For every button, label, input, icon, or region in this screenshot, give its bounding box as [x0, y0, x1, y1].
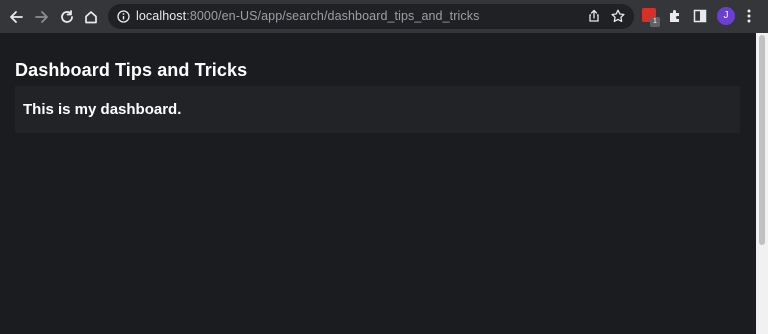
kebab-menu-icon[interactable]	[746, 8, 752, 29]
extension-badge: 1	[650, 17, 660, 27]
url-path: :8000/en-US/app/search/dashboard_tips_an…	[186, 9, 480, 23]
share-icon[interactable]	[587, 9, 601, 28]
dashboard-panel: This is my dashboard.	[15, 86, 740, 133]
browser-toolbar: localhost:8000/en-US/app/search/dashboar…	[0, 0, 768, 33]
puzzle-icon[interactable]	[668, 8, 683, 28]
side-panel-icon[interactable]	[693, 9, 707, 28]
url-text[interactable]: localhost:8000/en-US/app/search/dashboar…	[136, 9, 479, 24]
star-icon[interactable]	[611, 9, 625, 28]
forward-arrow-icon[interactable]	[30, 5, 54, 29]
address-bar[interactable]: localhost:8000/en-US/app/search/dashboar…	[108, 4, 634, 29]
page-title: Dashboard Tips and Tricks	[15, 60, 248, 80]
avatar[interactable]: J	[717, 7, 735, 25]
home-icon[interactable]	[79, 5, 103, 29]
site-info-icon[interactable]	[117, 10, 130, 28]
extension-icon[interactable]: 1	[642, 8, 660, 27]
reload-icon[interactable]	[55, 5, 79, 29]
scrollbar[interactable]	[756, 33, 768, 334]
url-host: localhost	[136, 9, 187, 23]
scrollbar-thumb[interactable]	[759, 35, 765, 245]
panel-text: This is my dashboard.	[23, 101, 182, 118]
back-arrow-icon[interactable]	[4, 5, 28, 29]
